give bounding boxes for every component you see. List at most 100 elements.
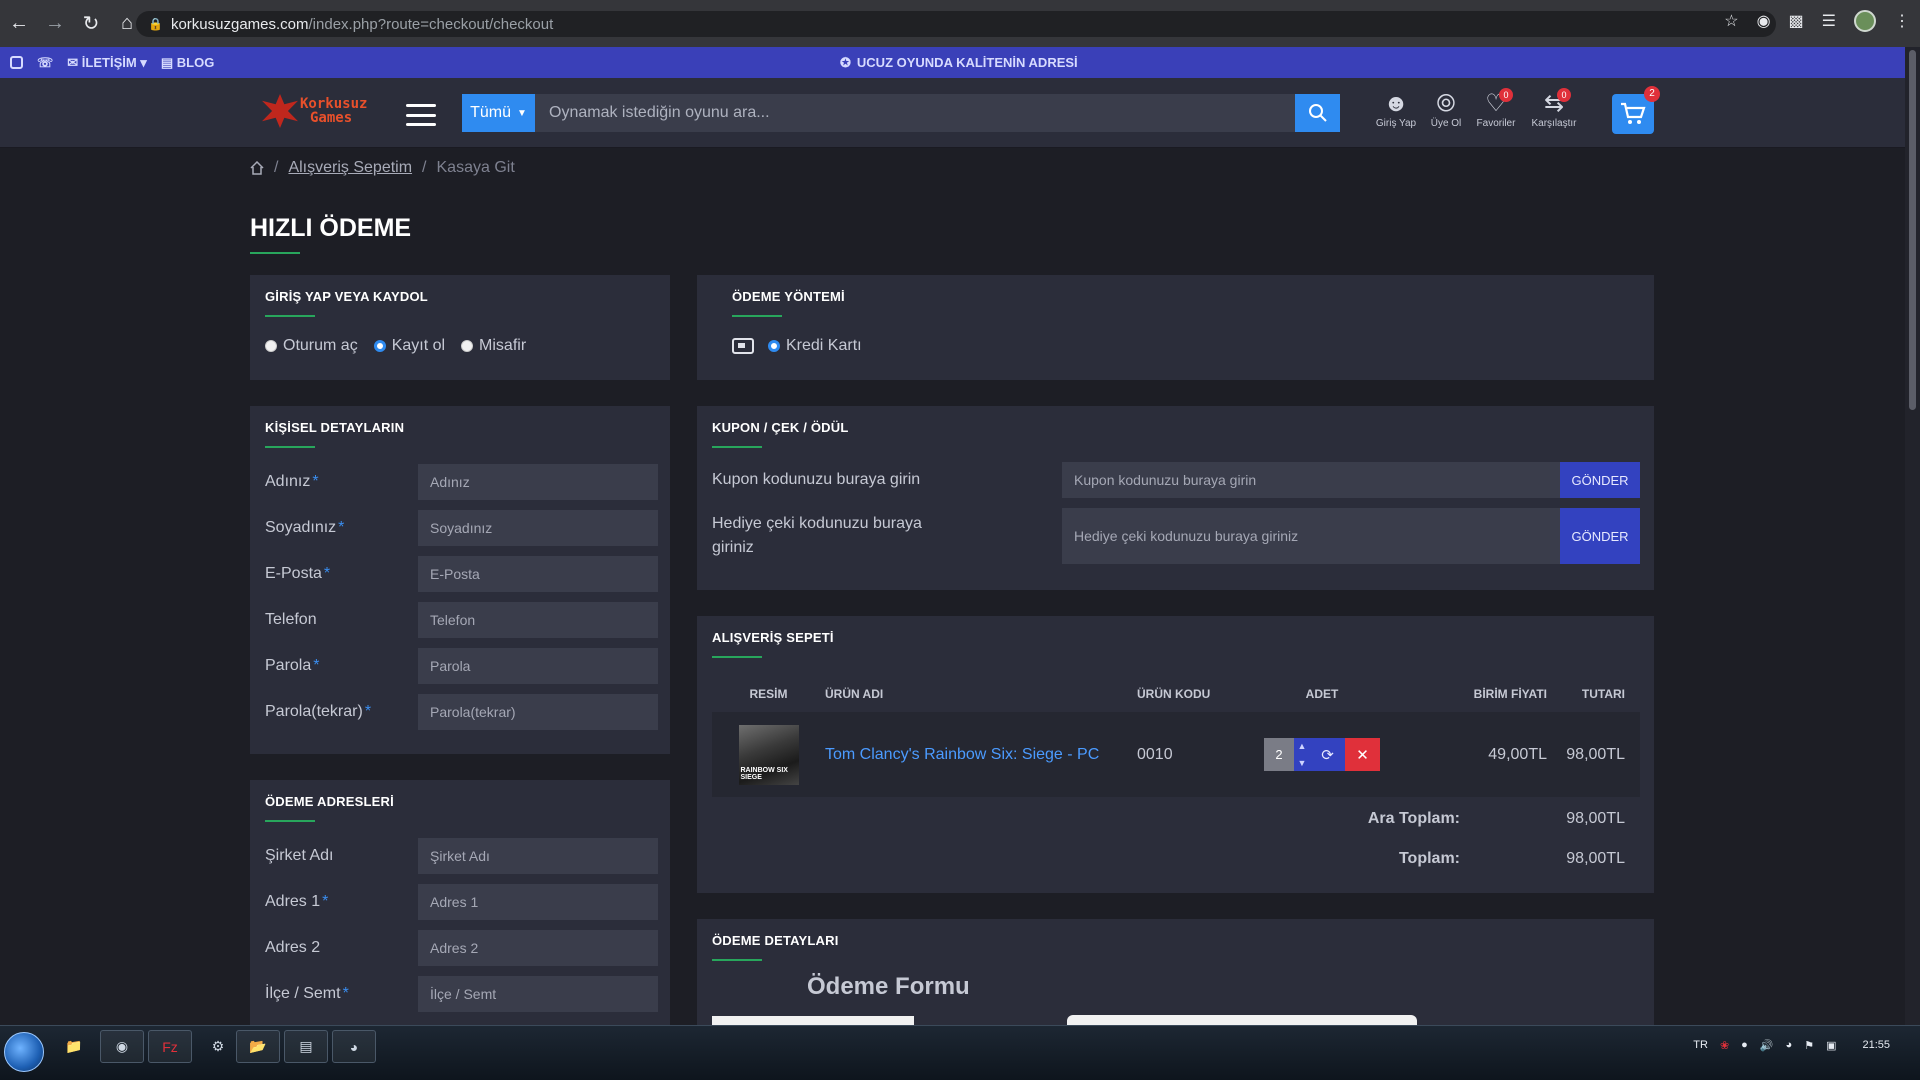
refresh-button[interactable]: ⟳ (1310, 738, 1345, 771)
address-bar[interactable]: 🔒 korkusuzgames.com /index.php?route=che… (136, 11, 1776, 37)
site-header: Korkusuz Games Tümü ▼ ☻ Giriş Yap ⦾ Üye … (0, 78, 1905, 148)
company-input[interactable] (418, 838, 658, 874)
site-icon[interactable] (10, 56, 23, 69)
system-tray: TR ❀ ● 🔊 ◕ ⚑ ▣ 21:55 (1693, 1030, 1890, 1060)
option-credit-card[interactable]: Kredi Kartı (768, 337, 862, 355)
credit-card-icon (732, 338, 754, 354)
chrome-icon[interactable]: ◉ (100, 1030, 144, 1063)
menu-dots-icon[interactable]: ⋮ (1894, 11, 1910, 31)
logo-line1: Korkusuz (300, 96, 368, 112)
gift-input[interactable] (1062, 508, 1562, 564)
blog-label: BLOG (176, 54, 215, 70)
category-dropdown[interactable]: Tümü ▼ (462, 94, 535, 132)
caret-down-icon: ▼ (517, 107, 527, 119)
contact-menu[interactable]: ✉ İLETİŞİM ▾ (67, 55, 147, 71)
page-scrollbar[interactable] (1905, 47, 1920, 1027)
first-name-input[interactable] (418, 464, 658, 500)
coupon-input[interactable] (1062, 462, 1562, 498)
blog-link[interactable]: ▤ BLOG (161, 55, 214, 71)
cart-button[interactable]: 2 (1612, 86, 1660, 134)
breadcrumb-cart[interactable]: Alışveriş Sepetim (288, 159, 412, 177)
bookmark-star-icon[interactable]: ☆ (1724, 11, 1738, 31)
filezilla-icon[interactable]: Fz (148, 1030, 192, 1063)
card-form-preview[interactable] (1067, 1015, 1417, 1025)
radio-button-selected[interactable] (768, 340, 780, 352)
folder-app-icon[interactable]: 📂 (236, 1030, 280, 1063)
district-input[interactable] (418, 976, 658, 1012)
radio-button[interactable] (461, 340, 474, 352)
last-name-input[interactable] (418, 510, 658, 546)
network-tray-icon[interactable]: ● (1741, 1039, 1748, 1051)
scroll-thumb[interactable] (1909, 50, 1916, 410)
mail-icon: ✉ (67, 54, 79, 70)
product-thumbnail[interactable]: RAINBOW SIX SIEGE (738, 724, 799, 785)
steam-app-icon[interactable]: ◕ (332, 1030, 376, 1063)
coupon-panel: KUPON / ÇEK / ÖDÜL Kupon kodunuzu buraya… (697, 406, 1654, 590)
field-label: Soyadınız * (265, 519, 345, 536)
close-icon: ✕ (1356, 746, 1369, 764)
extensions-icon[interactable]: ▩ (1789, 11, 1804, 31)
payment-options: Kredi Kartı (732, 337, 872, 355)
address2-input[interactable] (418, 930, 658, 966)
radio-button-selected[interactable] (373, 340, 386, 352)
page-title: HIZLI ÖDEME (250, 214, 412, 242)
coupon-send-button[interactable]: GÖNDER (1560, 462, 1640, 498)
email-input[interactable] (418, 556, 658, 592)
network-app-icon[interactable]: ⚙ (196, 1030, 240, 1063)
whatsapp-icon[interactable]: ☏ (37, 55, 53, 71)
hamburger-menu-icon[interactable] (406, 104, 436, 126)
start-button[interactable] (4, 1032, 44, 1072)
header-unit-price: BİRİM FİYATI (1473, 687, 1547, 701)
field-label: Telefon (265, 611, 317, 628)
gift-send-button[interactable]: GÖNDER (1560, 508, 1640, 564)
panel-underline (265, 446, 315, 448)
chevron-down-icon[interactable]: ▼ (1298, 758, 1307, 768)
explorer-icon[interactable]: 📁 (52, 1030, 96, 1063)
search-input[interactable] (535, 94, 1295, 132)
chevron-up-icon[interactable]: ▲ (1298, 741, 1307, 751)
option-login[interactable]: Oturum aç (265, 337, 358, 355)
total-row: Toplam: 98,00TL (712, 839, 1640, 879)
field-label: Parola(tekrar) * (265, 703, 372, 720)
compare-link[interactable]: ⇆ 0 Karşılaştır (1529, 88, 1579, 129)
phone-input[interactable] (418, 602, 658, 638)
clock[interactable]: 21:55 (1862, 1039, 1890, 1051)
remove-button[interactable]: ✕ (1345, 738, 1380, 771)
address1-input[interactable] (418, 884, 658, 920)
reload-icon[interactable]: ↻ (74, 7, 108, 41)
steam-tray-icon[interactable]: ◕ (1786, 1039, 1793, 1051)
flag-icon[interactable]: ⚑ (1804, 1039, 1814, 1052)
back-icon[interactable]: ← (2, 7, 36, 41)
reading-list-icon[interactable]: ☰ (1822, 11, 1836, 31)
panel-underline (712, 656, 762, 658)
camera-icon[interactable]: ◉ (1757, 11, 1771, 31)
quantity-input[interactable]: 2 (1264, 738, 1294, 771)
account-options: Oturum aç Kayıt ol Misafir (265, 337, 536, 355)
password-input[interactable] (418, 648, 658, 684)
total-value: 98,00TL (1566, 850, 1625, 867)
panel-title: ÖDEME ADRESLERİ (265, 794, 394, 809)
radio-button[interactable] (265, 340, 277, 352)
app-tray-icon[interactable]: ❀ (1720, 1039, 1729, 1052)
home-icon[interactable] (250, 161, 264, 175)
forward-icon[interactable]: → (38, 7, 72, 41)
cart-panel: ALIŞVERİŞ SEPETİ RESİM ÜRÜN ADI ÜRÜN KOD… (697, 616, 1654, 893)
unit-price: 49,00TL (1488, 745, 1547, 763)
language-indicator[interactable]: TR (1693, 1039, 1708, 1051)
search-button[interactable] (1295, 94, 1340, 132)
option-register[interactable]: Kayıt ol (373, 337, 445, 355)
login-link[interactable]: ☻ Giriş Yap (1371, 90, 1421, 129)
terminal-app-icon[interactable]: ▤ (284, 1030, 328, 1063)
compare-label: Karşılaştır (1531, 118, 1577, 129)
compare-icon: ⇆ (1543, 90, 1565, 117)
product-link[interactable]: Tom Clancy's Rainbow Six: Siege - PC (825, 746, 1099, 763)
favorites-link[interactable]: ♡ 0 Favoriler (1471, 88, 1521, 129)
register-link[interactable]: ⦾ Üye Ol (1421, 90, 1471, 129)
site-logo[interactable]: Korkusuz Games (262, 92, 374, 130)
profile-avatar[interactable] (1854, 10, 1876, 32)
password-confirm-input[interactable] (418, 694, 658, 730)
breadcrumb-current: Kasaya Git (436, 159, 515, 176)
monitor-icon[interactable]: ▣ (1826, 1039, 1836, 1052)
volume-icon[interactable]: 🔊 (1760, 1039, 1774, 1052)
option-guest[interactable]: Misafir (461, 337, 526, 355)
